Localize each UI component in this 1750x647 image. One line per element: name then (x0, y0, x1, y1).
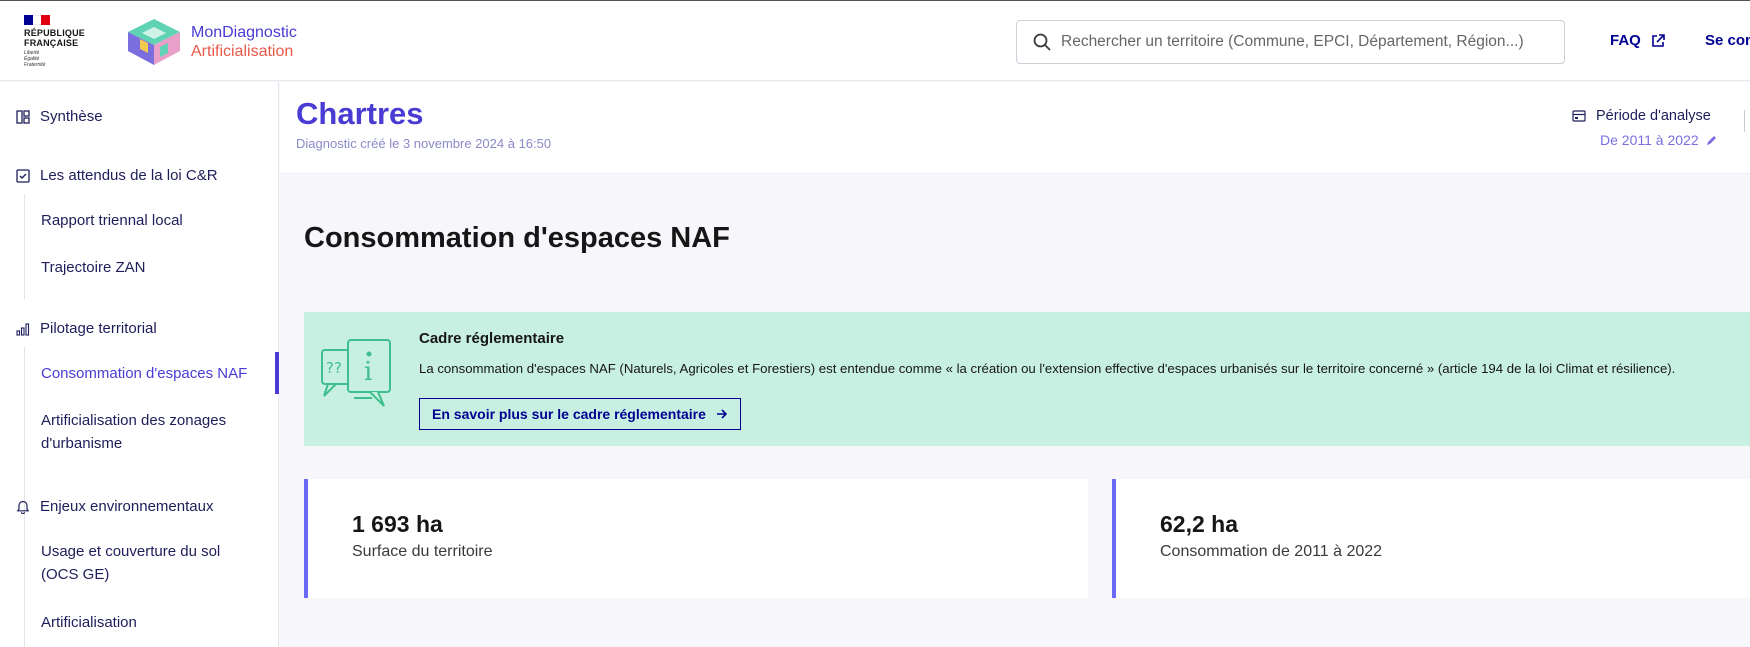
stat-label: Consommation de 2011 à 2022 (1160, 543, 1383, 560)
app-logo-icon[interactable] (124, 17, 184, 67)
bell-icon (16, 500, 30, 514)
app-brand-name[interactable]: MonDiagnostic Artificialisation (191, 23, 297, 61)
stat-value: 1 693 ha (352, 511, 443, 537)
page-title: Chartres (296, 96, 424, 131)
svg-text:??: ?? (326, 359, 342, 377)
calendar-icon (1572, 110, 1586, 122)
periode-analyse-label: Période d'analyse (1572, 108, 1711, 124)
sidebar-item-consommation-naf[interactable]: Consommation d'espaces NAF (41, 362, 261, 385)
pencil-icon (1706, 135, 1716, 145)
active-item-indicator (275, 352, 279, 394)
stat-card-surface: 1 693 ha Surface du territoire (304, 479, 1088, 598)
periode-analyse-edit[interactable]: De 2011 à 2022 (1600, 132, 1718, 148)
sidebar-section-label: Enjeux environnementaux (40, 498, 214, 515)
cadre-reglementaire-callout: ?? i Cadre réglementaire La consommation… (304, 312, 1750, 446)
sidebar-section-label: Synthèse (40, 108, 103, 125)
search-input[interactable] (1061, 33, 1541, 51)
section-heading: Consommation d'espaces NAF (304, 222, 730, 254)
login-link[interactable]: Se connecter (1705, 32, 1750, 49)
faq-label: FAQ (1610, 32, 1641, 49)
bar-chart-icon (16, 322, 30, 336)
gov-motto: Liberté Égalité Fraternité (24, 50, 46, 68)
sidebar-item-rapport-triennal[interactable]: Rapport triennal local (41, 209, 261, 232)
republique-francaise-logo[interactable]: RÉPUBLIQUE FRANÇAISE Liberté Égalité Fra… (24, 15, 94, 68)
sidebar-section-pilotage[interactable]: Pilotage territorial (16, 320, 157, 337)
callout-text: La consommation d'espaces NAF (Naturels,… (419, 361, 1676, 376)
stat-label: Surface du territoire (352, 543, 493, 560)
sidebar-tree-line (24, 525, 25, 647)
question-info-bubbles-icon: ?? i (321, 339, 391, 407)
learn-more-label: En savoir plus sur le cadre réglementair… (432, 406, 706, 422)
sidebar-section-synthese[interactable]: Synthèse (16, 108, 103, 125)
faq-link[interactable]: FAQ (1610, 32, 1665, 49)
titlebar-divider (1744, 110, 1745, 132)
territory-search[interactable] (1016, 20, 1565, 64)
sidebar-section-loi-cr[interactable]: Les attendus de la loi C&R (16, 167, 218, 184)
sidebar-item-usage-couverture[interactable]: Usage et couverture du sol (OCS GE) (41, 540, 261, 586)
sidebar-section-label: Les attendus de la loi C&R (40, 167, 218, 184)
gov-name-line2: FRANÇAISE (24, 38, 79, 48)
diagnostic-titlebar: Chartres Diagnostic créé le 3 novembre 2… (280, 82, 1750, 174)
dashboard-icon (16, 109, 30, 124)
sidebar-item-trajectoire-zan[interactable]: Trajectoire ZAN (41, 256, 261, 279)
sidebar-item-artificialisation-zonages[interactable]: Artificialisation des zonages d'urbanism… (41, 409, 261, 455)
checkbox-icon (16, 168, 30, 183)
sidebar-item-artificialisation[interactable]: Artificialisation (41, 611, 261, 634)
sidebar-section-label: Pilotage territorial (40, 320, 157, 337)
svg-text:i: i (364, 357, 372, 387)
sidebar-section-enjeux[interactable]: Enjeux environnementaux (16, 498, 213, 515)
sidebar-tree-line (24, 194, 25, 299)
arrow-right-icon (716, 409, 728, 419)
flag-icon (24, 15, 51, 25)
stat-value: 62,2 ha (1160, 511, 1238, 537)
stat-card-consommation: 62,2 ha Consommation de 2011 à 2022 (1112, 479, 1750, 598)
top-header: RÉPUBLIQUE FRANÇAISE Liberté Égalité Fra… (0, 0, 1750, 81)
diagnostic-created-date: Diagnostic créé le 3 novembre 2024 à 16:… (296, 136, 552, 151)
search-icon (1033, 33, 1051, 51)
callout-title: Cadre réglementaire (419, 330, 565, 347)
external-link-icon (1652, 33, 1665, 47)
periode-value: De 2011 à 2022 (1600, 132, 1699, 148)
sidebar-nav: Synthèse Les attendus de la loi C&R Rapp… (0, 82, 279, 647)
learn-more-button[interactable]: En savoir plus sur le cadre réglementair… (419, 398, 741, 430)
gov-name-line1: RÉPUBLIQUE (24, 28, 86, 38)
periode-label-text: Période d'analyse (1596, 108, 1711, 124)
